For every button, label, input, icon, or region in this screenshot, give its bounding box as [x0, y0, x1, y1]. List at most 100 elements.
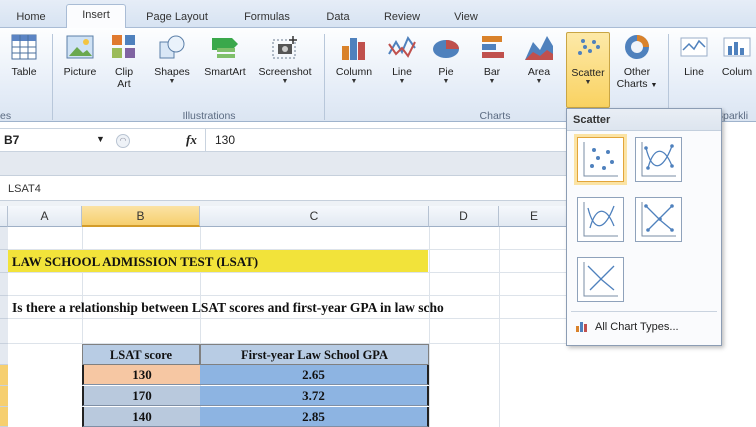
scatter-markers-only-option[interactable]: [577, 137, 624, 182]
chevron-down-icon: ▼: [168, 78, 176, 85]
gridline: [429, 227, 430, 427]
table-icon: [11, 34, 37, 60]
dropdown-title: Scatter: [567, 109, 721, 131]
cell-lsat[interactable]: 140: [82, 407, 200, 427]
scatter-chart-icon: [578, 39, 600, 55]
screenshot-icon: [272, 36, 297, 59]
sheet-right-area: [722, 128, 756, 427]
tab-review[interactable]: Review: [374, 7, 430, 28]
cell-gpa[interactable]: 2.85: [200, 407, 429, 427]
table-button[interactable]: Table: [2, 32, 46, 110]
doughnut-chart-icon: [625, 35, 649, 59]
cell-lsat[interactable]: 170: [82, 386, 200, 406]
scatter-straight-markers-icon: [641, 202, 676, 237]
row-header[interactable]: [0, 250, 8, 273]
row-header[interactable]: [0, 319, 8, 344]
bar-chart-icon: [482, 36, 504, 58]
area-chart-button[interactable]: Area ▼: [518, 32, 560, 110]
column-header-d[interactable]: D: [429, 206, 499, 227]
name-box[interactable]: B7: [4, 133, 19, 147]
chevron-down-icon[interactable]: ▼: [96, 134, 105, 144]
group-separator: [52, 34, 53, 120]
gridline: [499, 227, 500, 427]
other-charts-button[interactable]: Other Charts ▼: [612, 32, 662, 110]
workbook-title: LSAT4: [8, 183, 41, 195]
shapes-button[interactable]: Shapes ▼: [148, 32, 196, 110]
scatter-straight-lines-markers-option[interactable]: [635, 197, 682, 242]
column-chart-icon: [342, 38, 365, 60]
column-header-a[interactable]: A: [8, 206, 82, 227]
chevron-down-icon: ▼: [584, 79, 592, 86]
row-header-selected[interactable]: [0, 386, 8, 407]
tab-data[interactable]: Data: [318, 7, 358, 28]
column-header-b[interactable]: B: [82, 206, 200, 227]
sheet-title: LAW SCHOOL ADMISSION TEST (LSAT): [12, 254, 259, 269]
pie-chart-button[interactable]: Pie ▼: [426, 32, 466, 110]
clip-art-button[interactable]: Clip Art: [106, 32, 142, 110]
smartart-icon: [212, 38, 238, 58]
formula-bar: B7 ▼ ◠ fx 130: [0, 128, 570, 152]
sparkline-column-icon: [723, 37, 751, 57]
pie-chart-icon: [433, 40, 459, 58]
scatter-smooth-lines-option[interactable]: [577, 197, 624, 242]
ribbon-tab-bar: Home Insert Page Layout Formulas Data Re…: [0, 0, 756, 29]
scatter-markers-icon: [583, 142, 618, 177]
divider: [571, 311, 717, 312]
scatter-smooth-markers-icon: [641, 142, 676, 177]
scatter-smooth-lines-markers-option[interactable]: [635, 137, 682, 182]
gridline: [8, 272, 570, 273]
picture-button[interactable]: Picture: [58, 32, 102, 110]
column-chart-button[interactable]: Column ▼: [330, 32, 378, 110]
group-label-sparklines: Sparkli: [716, 110, 749, 122]
chevron-down-icon: ▼: [442, 78, 450, 85]
row-header[interactable]: [0, 296, 8, 319]
sparkline-column-button[interactable]: Colum: [718, 32, 756, 110]
header-gpa[interactable]: First-year Law School GPA: [200, 344, 429, 365]
smartart-button[interactable]: SmartArt: [198, 32, 252, 110]
chevron-down-icon: ▼: [488, 78, 496, 85]
gridline: [8, 318, 570, 319]
scatter-chart-button[interactable]: Scatter ▼: [566, 32, 610, 108]
scatter-straight-lines-option[interactable]: [577, 257, 624, 302]
tab-formulas[interactable]: Formulas: [232, 7, 302, 28]
chevron-down-icon: ▼: [535, 78, 543, 85]
line-chart-icon: [388, 35, 416, 58]
cell-gpa[interactable]: 2.65: [200, 365, 429, 385]
row-header[interactable]: [0, 227, 8, 250]
column-header-e[interactable]: E: [499, 206, 570, 227]
tab-page-layout[interactable]: Page Layout: [136, 7, 218, 28]
row-header[interactable]: [0, 273, 8, 296]
sparkline-line-icon: [680, 37, 708, 57]
column-header-c[interactable]: C: [200, 206, 429, 227]
chevron-down-icon: ▼: [398, 78, 406, 85]
select-all-corner[interactable]: [0, 206, 8, 227]
area-chart-icon: [525, 36, 553, 60]
toolbar-band: [0, 152, 570, 176]
chevron-down-icon: ▼: [650, 82, 658, 89]
header-lsat-score[interactable]: LSAT score: [82, 344, 200, 365]
scatter-straight-lines-icon: [583, 262, 618, 297]
tab-home[interactable]: Home: [6, 7, 56, 28]
cell-lsat[interactable]: 130: [82, 365, 200, 385]
tab-view[interactable]: View: [444, 7, 488, 28]
group-label-tables: es: [0, 110, 12, 122]
chevron-down-icon: ▼: [350, 78, 358, 85]
insert-function-icon[interactable]: fx: [186, 132, 197, 148]
cancel-icon[interactable]: ◠: [116, 134, 130, 148]
row-header[interactable]: [0, 344, 8, 365]
tab-insert[interactable]: Insert: [66, 4, 126, 29]
question-text: Is there a relationship between LSAT sco…: [12, 300, 444, 315]
row-header-selected[interactable]: [0, 365, 8, 386]
shapes-icon: [159, 35, 185, 59]
row-header-selected[interactable]: [0, 407, 8, 427]
divider: [205, 129, 206, 151]
scatter-dropdown-menu: Scatter All Chart Types...: [566, 108, 722, 346]
screenshot-button[interactable]: Screenshot ▼: [252, 32, 318, 110]
group-separator: [324, 34, 325, 120]
cell-gpa[interactable]: 3.72: [200, 386, 429, 406]
formula-input[interactable]: 130: [215, 133, 235, 147]
bar-chart-button[interactable]: Bar ▼: [472, 32, 512, 110]
line-chart-button[interactable]: Line ▼: [382, 32, 422, 110]
sparkline-line-button[interactable]: Line: [674, 32, 714, 110]
all-chart-types-link[interactable]: All Chart Types...: [575, 320, 679, 333]
